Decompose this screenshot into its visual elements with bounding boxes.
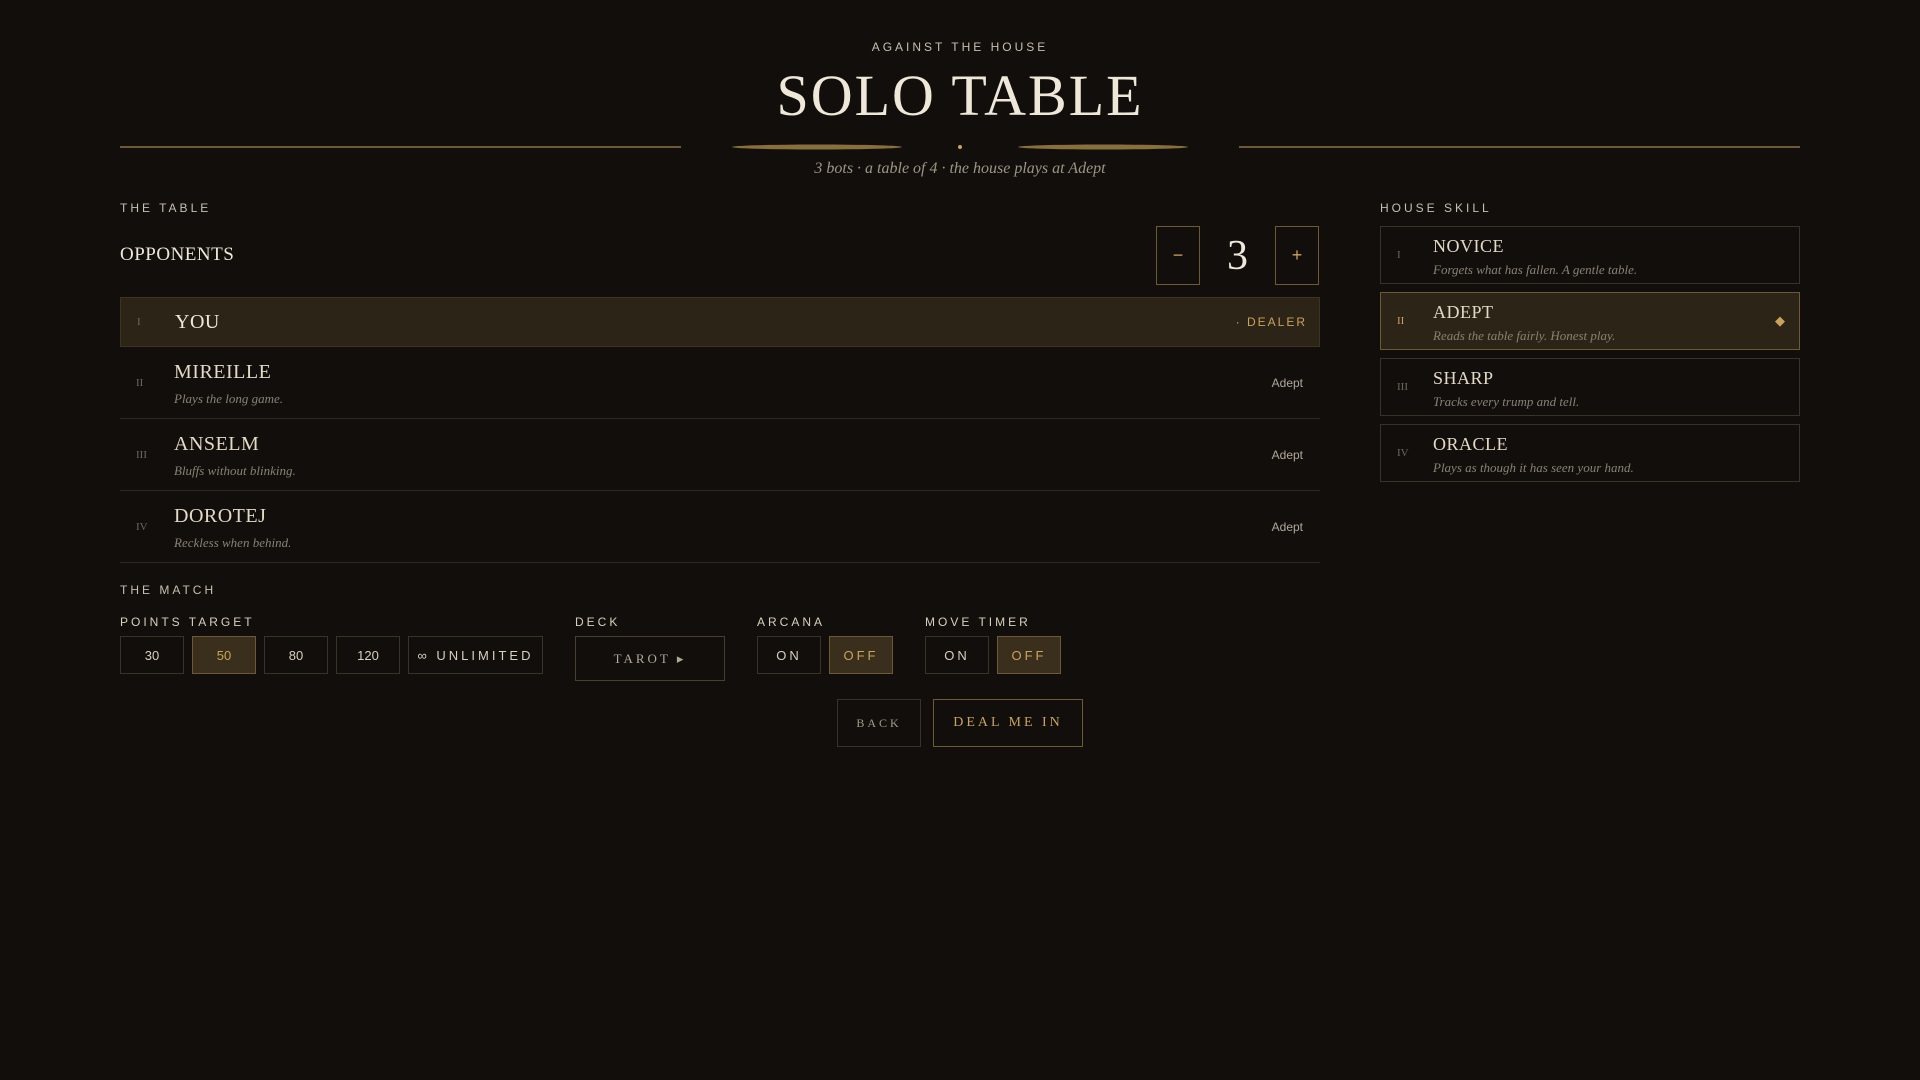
- player-name: DOROTEJ: [174, 505, 267, 527]
- player-level: Adept: [1271, 447, 1303, 462]
- player-row: II MIREILLE Plays the long game. Adept: [120, 347, 1320, 419]
- skill-option-novice[interactable]: I NOVICE Forgets what has fallen. A gent…: [1380, 226, 1800, 284]
- skill-description: Reads the table fairly. Honest play.: [1433, 328, 1616, 343]
- player-number: I: [137, 316, 141, 328]
- page-subtitle: 3 bots · a table of 4 · the house plays …: [814, 160, 1106, 177]
- arcana-off-button[interactable]: OFF: [829, 636, 893, 674]
- match-section-label: THE MATCH: [120, 583, 217, 597]
- skill-description: Tracks every trump and tell.: [1433, 394, 1580, 409]
- player-row-you: I YOU · DEALER: [120, 297, 1320, 347]
- player-level: Adept: [1271, 519, 1303, 534]
- skill-name: ORACLE: [1433, 434, 1508, 454]
- deal-me-in-button[interactable]: DEAL ME IN: [933, 699, 1083, 747]
- player-list: I YOU · DEALER II MIREILLE Plays the lon…: [120, 297, 1320, 563]
- player-number: IV: [136, 520, 148, 533]
- skill-number: II: [1397, 315, 1405, 327]
- dealer-badge: · DEALER: [1235, 315, 1307, 329]
- player-name: YOU: [175, 311, 220, 333]
- page-title: SOLO TABLE: [776, 63, 1144, 128]
- skill-description: Plays as though it has seen your hand.: [1433, 460, 1634, 475]
- skill-number: III: [1397, 381, 1408, 393]
- move-timer-on-button[interactable]: ON: [925, 636, 989, 674]
- arcana-label: ARCANA: [757, 615, 826, 629]
- skill-name: NOVICE: [1433, 236, 1504, 256]
- player-name: ANSELM: [174, 433, 260, 455]
- player-level: Adept: [1271, 375, 1303, 390]
- player-description: Bluffs without blinking.: [174, 463, 296, 478]
- title-ornament: [732, 144, 1188, 150]
- opponents-decrement-button[interactable]: −: [1156, 226, 1200, 285]
- points-option-unlimited[interactable]: ∞ UNLIMITED: [408, 636, 543, 674]
- opponents-increment-button[interactable]: +: [1275, 226, 1319, 285]
- points-option-80[interactable]: 80: [264, 636, 328, 674]
- title-rule-right: [1239, 146, 1800, 148]
- points-option-120[interactable]: 120: [336, 636, 400, 674]
- move-timer-off-button[interactable]: OFF: [997, 636, 1061, 674]
- back-button[interactable]: BACK: [837, 699, 921, 747]
- skill-option-sharp[interactable]: III SHARP Tracks every trump and tell.: [1380, 358, 1800, 416]
- player-description: Plays the long game.: [174, 391, 284, 406]
- player-number: II: [136, 376, 144, 389]
- player-number: III: [136, 448, 147, 461]
- deck-label: DECK: [575, 615, 621, 629]
- player-row: IV DOROTEJ Reckless when behind. Adept: [120, 491, 1320, 563]
- skill-option-oracle[interactable]: IV ORACLE Plays as though it has seen yo…: [1380, 424, 1800, 482]
- skill-number: I: [1397, 249, 1401, 261]
- points-target-label: POINTS TARGET: [120, 615, 255, 629]
- points-option-50[interactable]: 50: [192, 636, 256, 674]
- opponents-count: 3: [1227, 232, 1248, 279]
- skill-name: SHARP: [1433, 368, 1494, 388]
- eyebrow-text: AGAINST THE HOUSE: [871, 40, 1049, 54]
- skill-description: Forgets what has fallen. A gentle table.: [1433, 262, 1638, 277]
- skill-number: IV: [1397, 447, 1409, 459]
- points-option-30[interactable]: 30: [120, 636, 184, 674]
- title-rule-left: [120, 146, 681, 148]
- table-section-label: THE TABLE: [120, 201, 212, 215]
- arcana-on-button[interactable]: ON: [757, 636, 821, 674]
- diamond-icon: ◆: [1775, 313, 1785, 328]
- deck-select[interactable]: TAROT ▸: [575, 636, 725, 681]
- house-skill-section-label: HOUSE SKILL: [1380, 201, 1492, 215]
- opponents-label: OPPONENTS: [120, 244, 235, 265]
- skill-name: ADEPT: [1433, 302, 1494, 322]
- skill-option-adept[interactable]: II ADEPT Reads the table fairly. Honest …: [1380, 292, 1800, 350]
- house-skill-list: I NOVICE Forgets what has fallen. A gent…: [1380, 226, 1800, 490]
- player-description: Reckless when behind.: [174, 535, 292, 550]
- move-timer-label: MOVE TIMER: [925, 615, 1031, 629]
- player-row: III ANSELM Bluffs without blinking. Adep…: [120, 419, 1320, 491]
- player-name: MIREILLE: [174, 361, 272, 383]
